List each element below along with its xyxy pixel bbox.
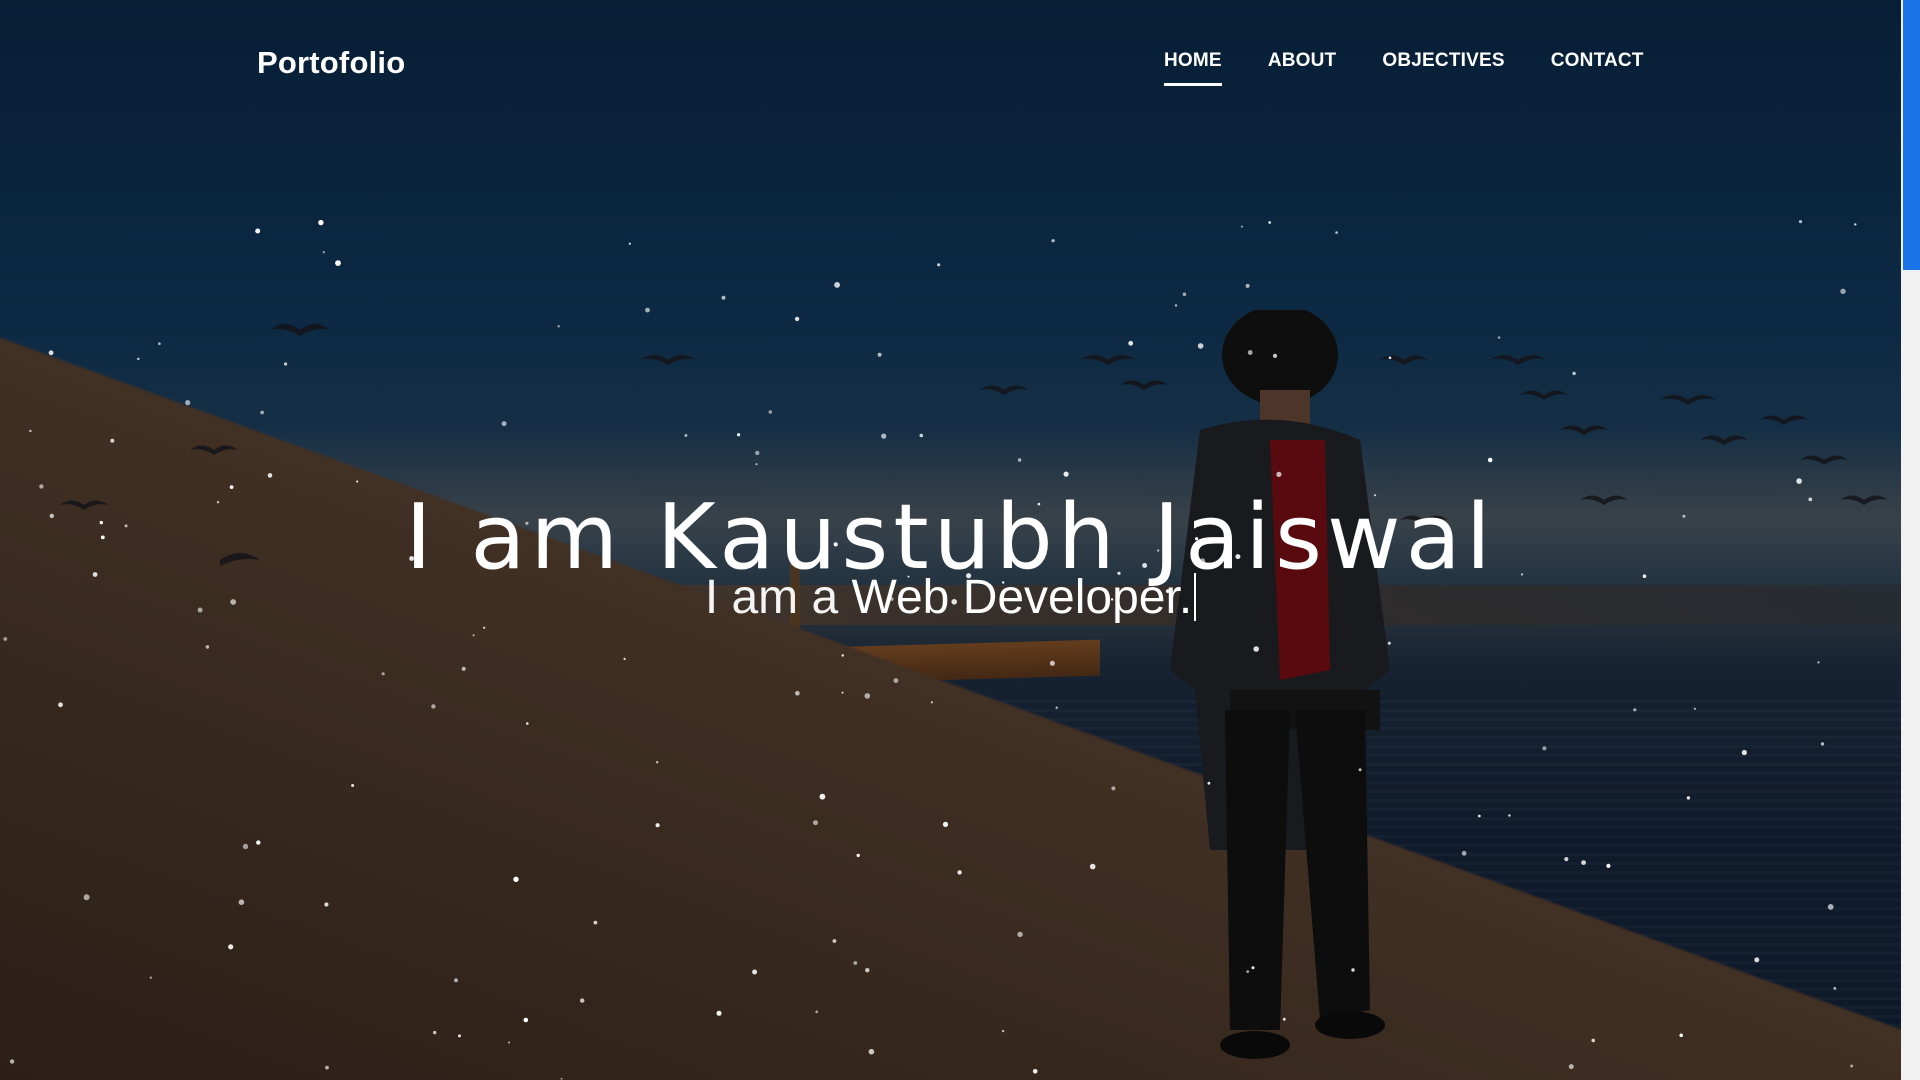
subline-lead: I am a [704,571,852,624]
nav-about[interactable]: ABOUT [1268,50,1337,86]
typed-role: Web Developer. [851,571,1193,624]
nav-objectives[interactable]: OBJECTIVES [1382,50,1504,86]
main-nav: HOME ABOUT OBJECTIVES CONTACT [1164,50,1690,86]
nav-home[interactable]: HOME [1164,50,1222,86]
hero-subline: I am a Web Developer. [0,570,1901,625]
nav-contact[interactable]: CONTACT [1551,50,1644,86]
site-logo[interactable]: Portofolio [257,45,405,81]
scrollbar-thumb[interactable] [1903,0,1920,270]
typing-cursor [1194,573,1197,621]
